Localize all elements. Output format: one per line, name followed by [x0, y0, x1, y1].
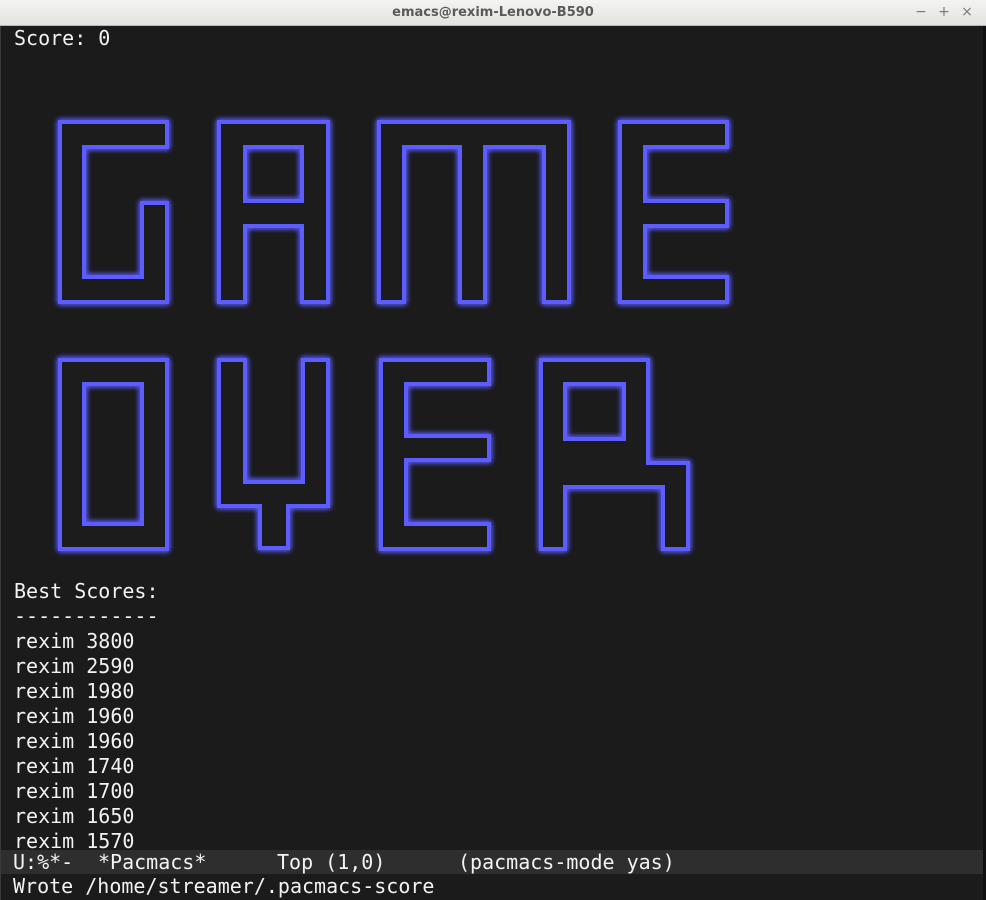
score-entry: rexim 3800 [14, 629, 135, 653]
modeline-buffer-name[interactable]: *Pacmacs* [98, 850, 206, 874]
over-word-walls [58, 358, 690, 551]
modeline-status[interactable]: U:%*- [13, 850, 73, 874]
best-scores-heading: Best Scores: [14, 579, 159, 603]
score-entry: rexim 1960 [14, 729, 135, 753]
game-over-banner [58, 120, 729, 551]
letter-V [217, 358, 330, 550]
score-entry: rexim 1650 [14, 804, 135, 828]
score-entry: rexim 2590 [14, 654, 135, 678]
letter-A [217, 120, 330, 304]
best-scores-separator: ------------ [14, 604, 159, 628]
score-entry: rexim 1980 [14, 679, 135, 703]
letter-O [58, 358, 169, 551]
letter-E [618, 120, 729, 304]
mode-line[interactable]: U:%*- *Pacmacs* Top (1,0) (pacmacs-mode … [1, 850, 983, 874]
emacs-frame: Score: 0 Best Scores: ------------ rexim… [0, 26, 986, 900]
letter-G [58, 120, 169, 304]
letter-E2 [379, 358, 491, 551]
modeline-modes[interactable]: (pacmacs-mode yas) [458, 850, 675, 874]
score-entry: rexim 1960 [14, 704, 135, 728]
minimize-button[interactable]: − [913, 4, 929, 20]
window-title: emacs@rexim-Lenovo-B590 [392, 5, 594, 20]
letter-M [377, 120, 571, 304]
window-titlebar[interactable]: emacs@rexim-Lenovo-B590 − + × [0, 0, 986, 26]
score-entry: rexim 1700 [14, 779, 135, 803]
modeline-position: Top (1,0) [277, 850, 386, 874]
score-entry: rexim 1740 [14, 754, 135, 778]
maximize-button[interactable]: + [936, 4, 952, 20]
letter-R [539, 358, 690, 551]
echo-area-message: Wrote /home/streamer/.pacmacs-score [13, 874, 435, 898]
game-word-walls [58, 120, 729, 304]
close-button[interactable]: × [959, 4, 975, 20]
